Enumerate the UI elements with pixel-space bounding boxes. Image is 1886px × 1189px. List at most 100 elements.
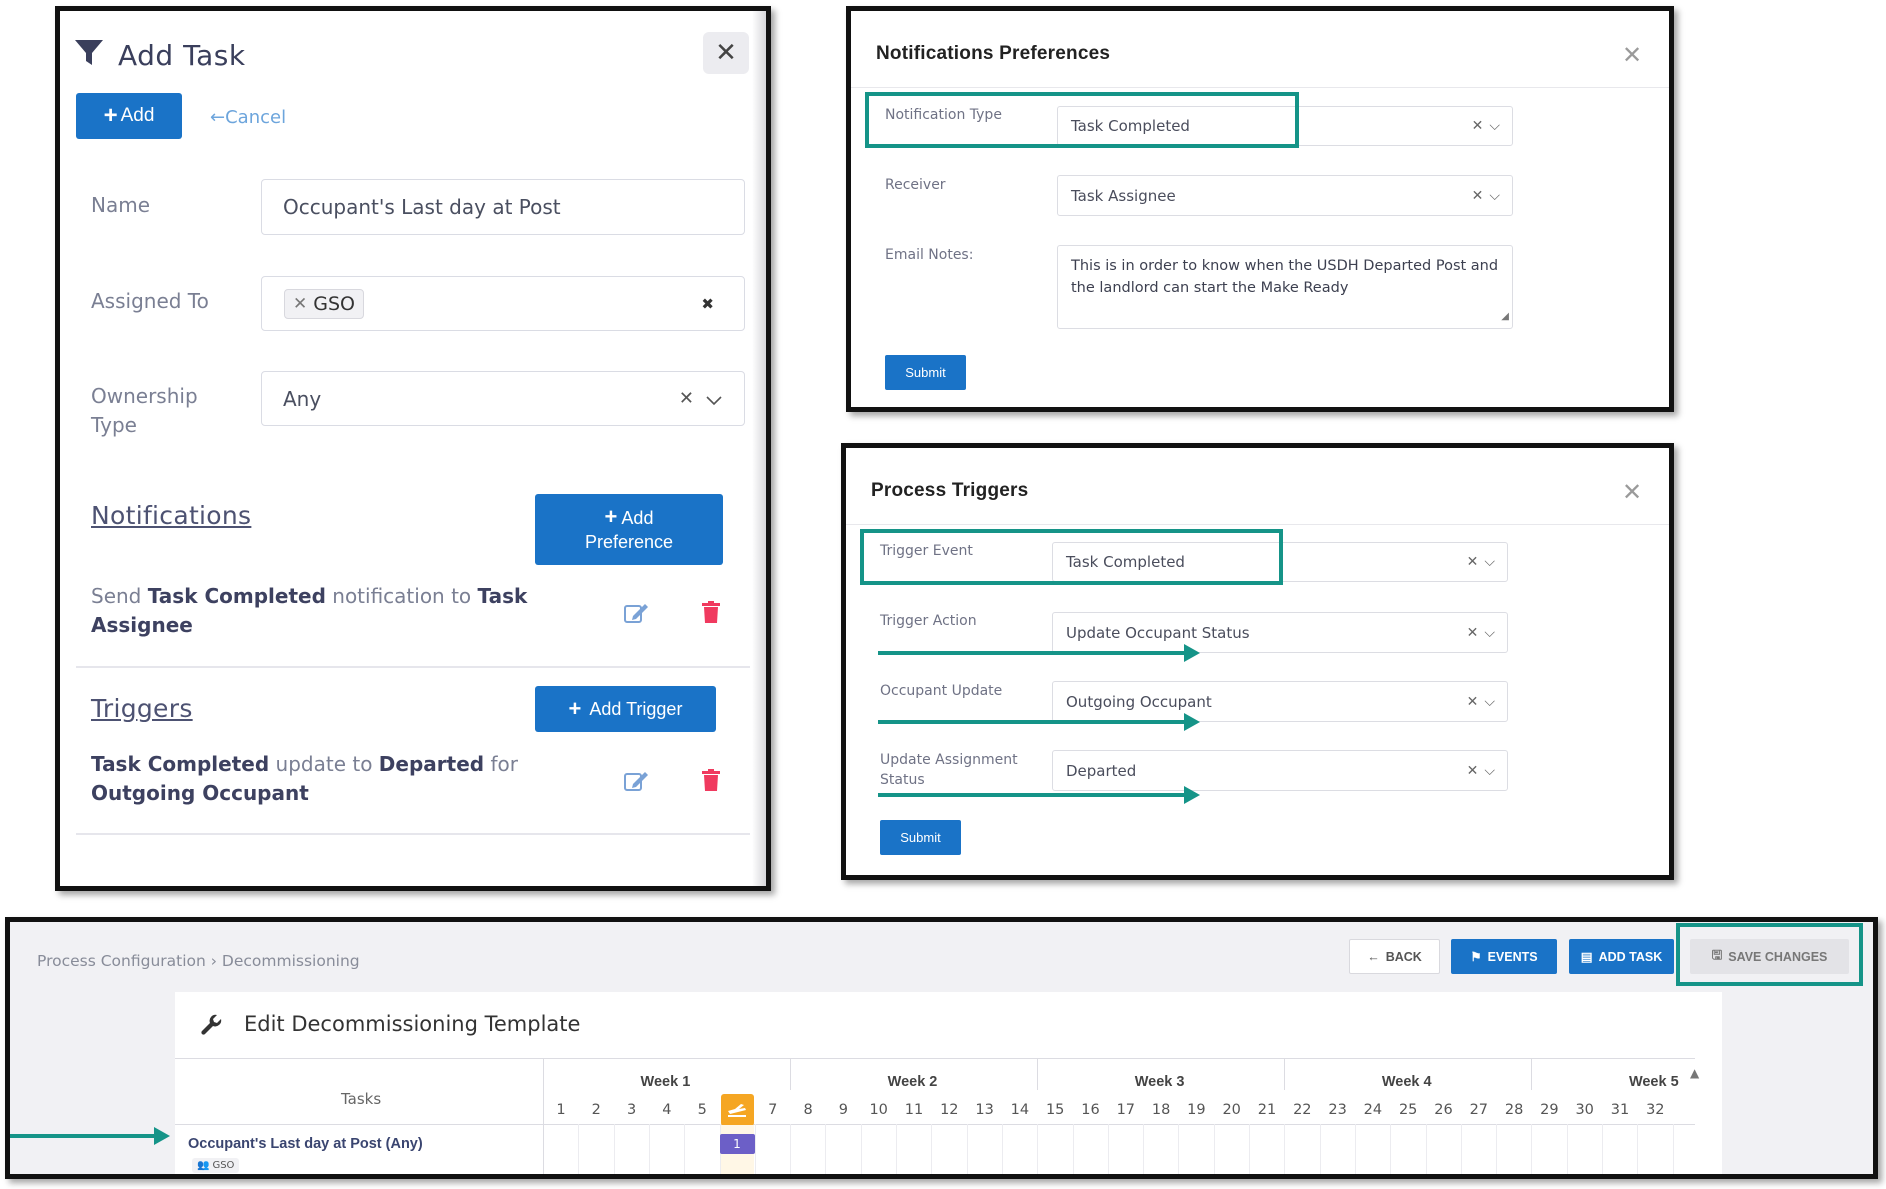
trigger-action-value: Update Occupant Status (1066, 623, 1250, 642)
section-divider (76, 666, 750, 668)
resize-handle-icon[interactable]: ◢ (1501, 306, 1509, 328)
task-row-name[interactable]: Occupant's Last day at Post (Any) (188, 1136, 423, 1152)
clear-icon[interactable]: ✕ (1467, 763, 1479, 779)
events-button[interactable]: ⚑ EVENTS (1451, 939, 1557, 974)
day-header: 23 (1328, 1102, 1347, 1118)
day-header: 13 (975, 1102, 994, 1118)
today-marker[interactable] (720, 1094, 754, 1126)
day-divider (966, 1124, 968, 1174)
ownership-type-label: Ownership Type (91, 382, 198, 440)
highlight-arrow (878, 786, 1200, 804)
flag-icon: ⚑ (1470, 950, 1482, 964)
email-notes-label: Email Notes: (885, 247, 974, 263)
day-divider (1672, 1124, 1674, 1174)
chevron-down-icon[interactable]: ⌵ (1484, 694, 1495, 710)
chevron-down-icon[interactable]: ⌵ (1484, 554, 1495, 570)
clear-icon[interactable]: ✕ (1467, 625, 1479, 641)
cancel-link[interactable]: ←Cancel (210, 107, 286, 128)
receiver-select[interactable]: Task Assignee ✕ ⌵ (1057, 175, 1513, 216)
day-header: 4 (662, 1102, 672, 1118)
task-row-tag: 👥 GSO (192, 1158, 240, 1173)
scroll-up-icon[interactable]: ▲ (1690, 1066, 1699, 1080)
clear-icon[interactable]: ✕ (1467, 554, 1479, 570)
day-divider (1354, 1124, 1356, 1174)
trigger-action-select[interactable]: Update Occupant Status ✕ ⌵ (1052, 612, 1508, 653)
event-count-badge[interactable]: 1 (719, 1134, 755, 1154)
trigger-action-label: Trigger Action (880, 613, 977, 629)
highlight-arrow (878, 713, 1200, 731)
update-assignment-status-label: Update Assignment Status (880, 750, 1018, 790)
add-trigger-button[interactable]: + Add Trigger (535, 686, 716, 732)
clear-icon[interactable]: ✕ (1467, 694, 1479, 710)
week-divider (1531, 1058, 1533, 1090)
back-label: BACK (1385, 949, 1422, 964)
trash-icon[interactable] (700, 600, 722, 624)
assigned-to-select[interactable]: ✕ GSO ✖ (261, 276, 745, 331)
day-header: 19 (1187, 1102, 1206, 1118)
email-notes-textarea[interactable]: This is in order to know when the USDH D… (1057, 245, 1513, 329)
edit-icon[interactable] (622, 601, 650, 625)
week-header: Week 3 (1134, 1074, 1185, 1090)
day-divider (825, 1124, 827, 1174)
plus-icon: + (568, 696, 582, 721)
ownership-type-select[interactable]: Any ✕ (261, 371, 745, 426)
chevron-down-icon[interactable]: ⌵ (1484, 625, 1495, 641)
week-divider (1037, 1058, 1039, 1090)
clear-icon[interactable]: ✖ (701, 295, 714, 313)
day-divider (1637, 1124, 1639, 1174)
assign-label-line2: Status (880, 772, 925, 788)
chevron-down-icon[interactable]: ⌵ (1484, 763, 1495, 779)
breadcrumb[interactable]: Process Configuration › Decommissioning (37, 952, 360, 970)
day-divider (1390, 1124, 1392, 1174)
notif-text-2: Task Completed (147, 584, 326, 608)
day-header: 3 (626, 1102, 637, 1118)
occupant-update-select[interactable]: Outgoing Occupant ✕ ⌵ (1052, 681, 1508, 722)
edit-icon[interactable] (622, 769, 650, 793)
ownership-value: Any (283, 386, 322, 411)
day-header: 17 (1116, 1102, 1136, 1118)
arrow-left-icon: ← (210, 107, 226, 128)
trigger-description: Task Completed update to Departed for Out… (91, 750, 551, 808)
day-header: 15 (1045, 1102, 1065, 1118)
back-button[interactable]: ← BACK (1349, 939, 1440, 974)
submit-button[interactable]: Submit (880, 820, 961, 855)
occupant-update-value: Outgoing Occupant (1066, 692, 1212, 711)
filter-icon (74, 39, 104, 71)
update-assignment-status-select[interactable]: Departed ✕ ⌵ (1052, 750, 1508, 791)
add-preference-button[interactable]: + Add Preference (535, 494, 723, 565)
day-divider (790, 1124, 792, 1174)
template-title: Edit Decommissioning Template (244, 1012, 581, 1036)
add-task-button[interactable]: ▤ ADD TASK (1569, 939, 1674, 974)
assignee-chip[interactable]: ✕ GSO (284, 288, 364, 319)
submit-button[interactable]: Submit (885, 355, 966, 390)
week-divider (790, 1058, 792, 1090)
triggers-title[interactable]: Triggers (91, 694, 193, 723)
day-divider (1531, 1124, 1533, 1174)
notifications-title[interactable]: Notifications (91, 501, 251, 530)
day-header: 9 (838, 1102, 848, 1118)
week-header: Week 5 (1628, 1074, 1679, 1090)
remove-chip-icon[interactable]: ✕ (293, 294, 307, 314)
email-notes-value: This is in order to know when the USDH D… (1071, 258, 1499, 296)
close-icon[interactable]: ✕ (1622, 478, 1642, 506)
clear-icon[interactable]: ✕ (1472, 188, 1484, 204)
close-icon[interactable]: ✕ (1622, 41, 1642, 69)
assignee-chip-label: GSO (313, 292, 355, 315)
close-button[interactable]: ✕ (703, 32, 749, 74)
add-task-title: Add Task (118, 38, 246, 72)
chevron-down-icon[interactable] (706, 387, 722, 411)
day-header: 25 (1398, 1102, 1418, 1118)
day-header: 8 (803, 1102, 813, 1118)
process-configuration-panel: Process Configuration › Decommissioning … (5, 917, 1878, 1179)
add-button[interactable]: + Add (76, 93, 182, 139)
day-divider (754, 1124, 756, 1174)
trigger-text-5: Outgoing Occupant (91, 781, 309, 805)
chevron-down-icon[interactable]: ⌵ (1489, 118, 1500, 134)
name-input[interactable]: Occupant's Last day at Post (261, 179, 745, 235)
trash-icon[interactable] (700, 768, 722, 792)
cancel-label: Cancel (225, 107, 287, 128)
day-divider (860, 1124, 862, 1174)
clear-icon[interactable]: ✕ (679, 388, 694, 409)
chevron-down-icon[interactable]: ⌵ (1489, 188, 1500, 204)
clear-icon[interactable]: ✕ (1472, 118, 1484, 134)
